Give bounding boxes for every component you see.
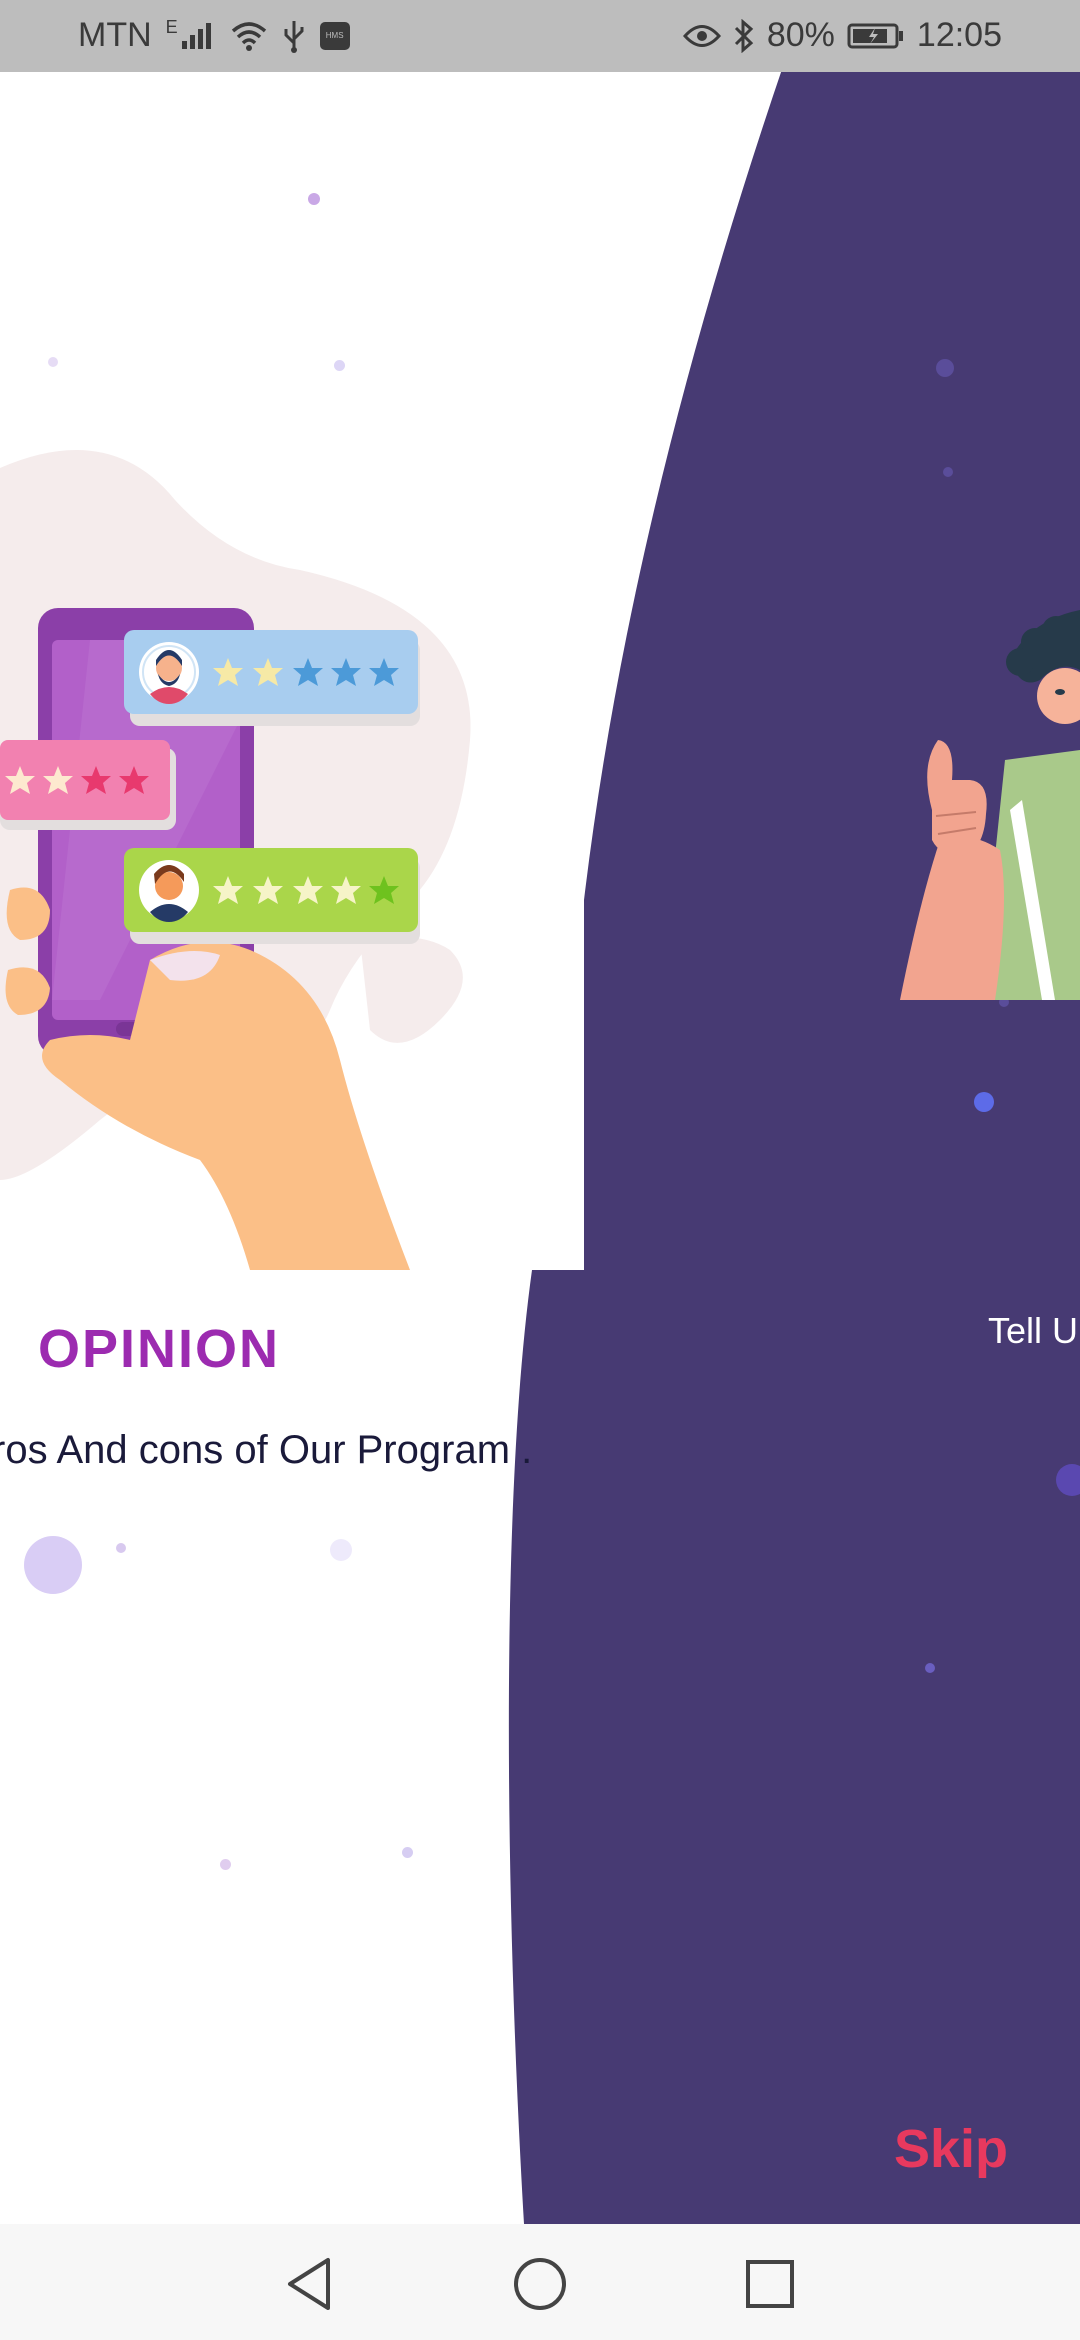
usb-icon [284, 20, 304, 53]
battery-percent: 80% [766, 16, 835, 54]
thumbs-up-person-illustration [900, 610, 1080, 1000]
home-icon[interactable] [510, 2254, 570, 2314]
decor-dot [330, 1539, 352, 1561]
wifi-icon [231, 21, 266, 51]
system-navigation-bar [0, 2224, 1080, 2340]
decor-dot [308, 193, 320, 205]
eye-icon [682, 24, 721, 47]
status-bar: MTN E HMS 80% 12:05 [0, 0, 1080, 72]
battery-icon [847, 23, 903, 48]
hms-icon: HMS [319, 21, 350, 50]
decor-dot [402, 1847, 413, 1858]
rating-phone-illustration [0, 450, 471, 1270]
next-slide-text: Tell U [988, 1310, 1079, 1351]
skip-button[interactable]: Skip [894, 2118, 1008, 2180]
decor-dot [24, 1536, 82, 1594]
back-icon[interactable] [280, 2254, 340, 2314]
decor-dot [48, 357, 58, 367]
signal-icon [181, 22, 211, 49]
page-subtitle: ros And cons of Our Program . [0, 1428, 533, 1472]
carrier-label: MTN [78, 16, 152, 54]
network-type-label: E [165, 17, 178, 37]
page-title: OPINION [38, 1319, 281, 1379]
decor-dot [334, 360, 345, 371]
recents-icon[interactable] [740, 2254, 800, 2314]
decor-dot [220, 1859, 231, 1870]
clock: 12:05 [916, 16, 1002, 54]
bluetooth-icon [734, 18, 754, 53]
decor-dot [116, 1543, 126, 1553]
